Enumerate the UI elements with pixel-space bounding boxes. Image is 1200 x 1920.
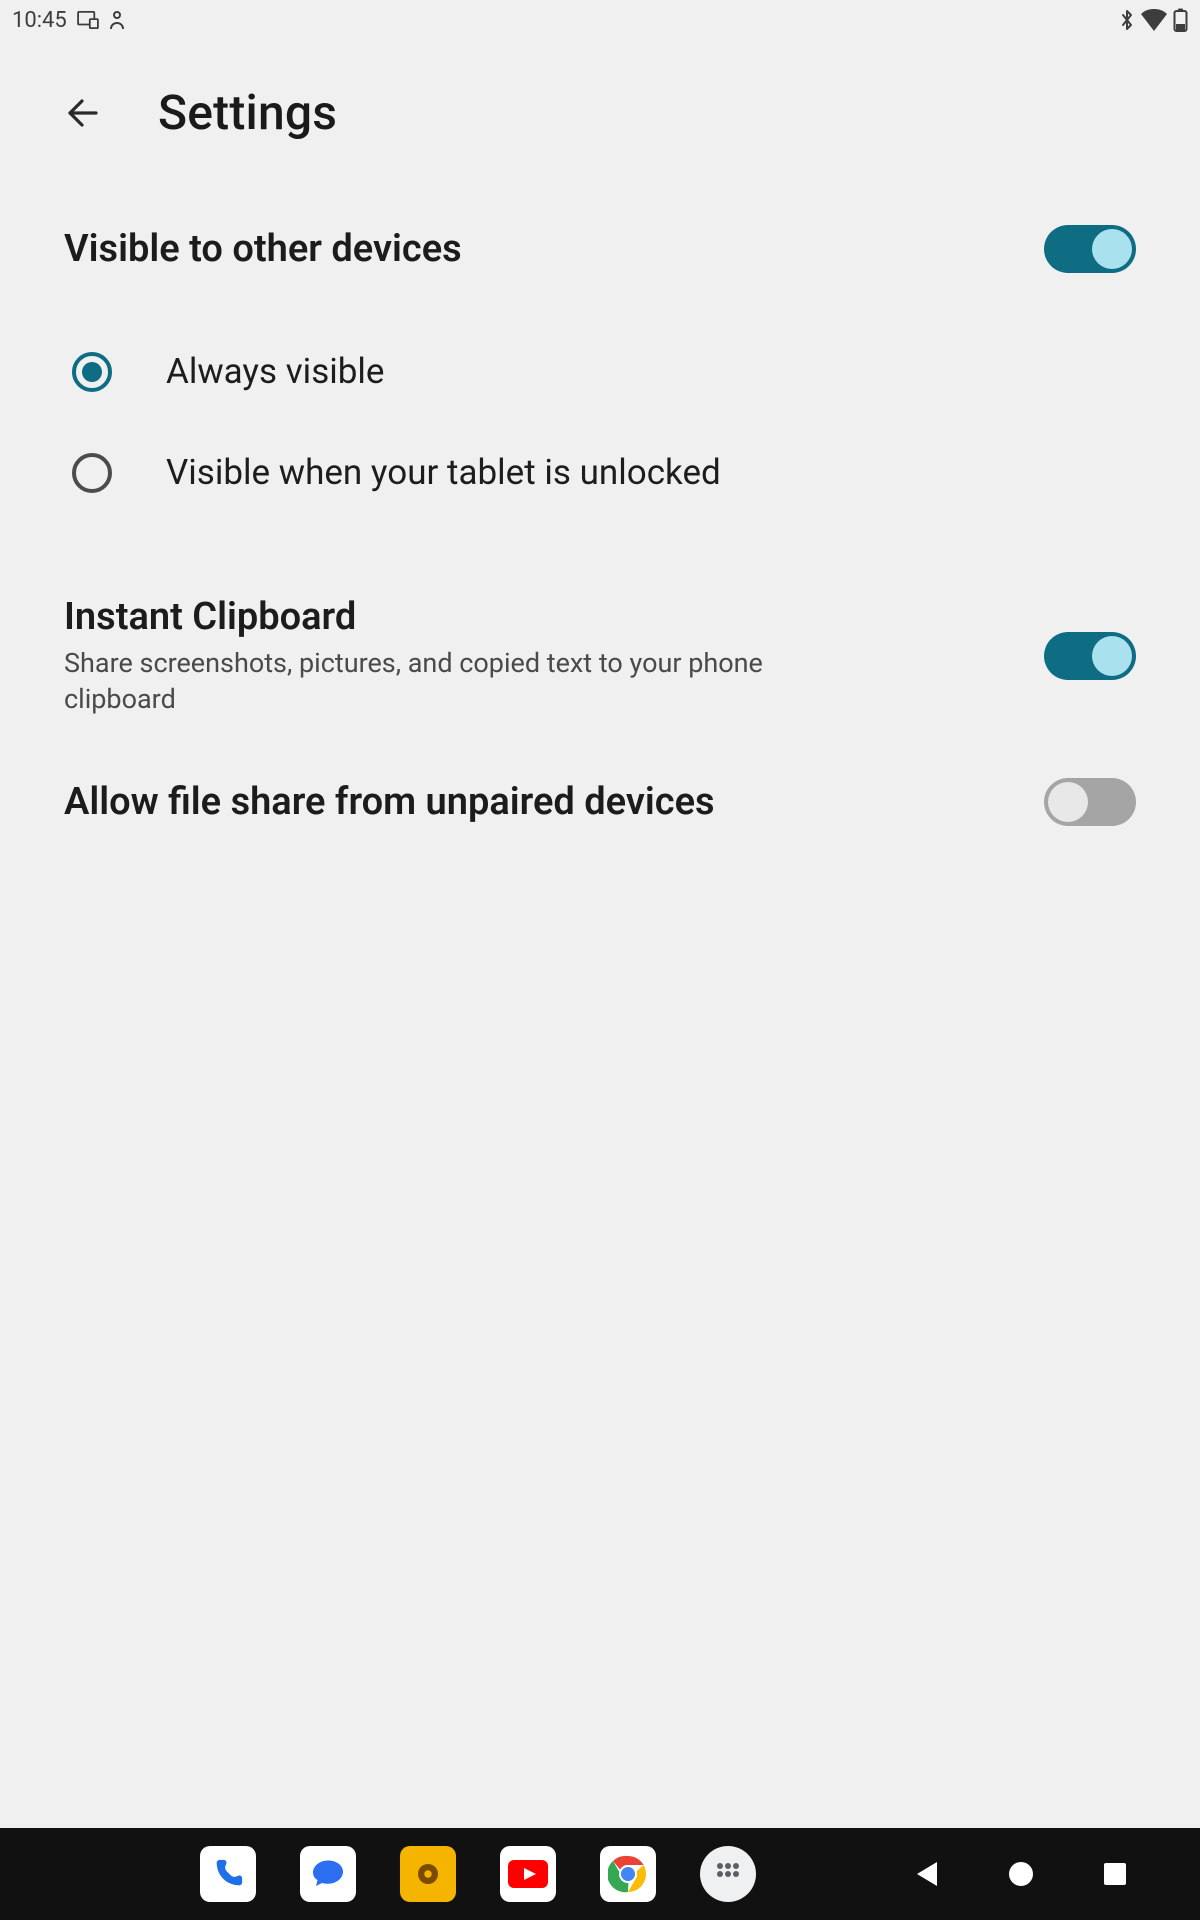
unpaired-file-share-row[interactable]: Allow file share from unpaired devices [64,778,1136,826]
unpaired-file-share-title: Allow file share from unpaired devices [64,780,715,824]
radio-icon [72,352,112,392]
taskbar-app-messages[interactable] [300,1846,356,1902]
nav-recents-button[interactable] [1100,1859,1130,1889]
unpaired-file-share-toggle[interactable] [1044,778,1136,826]
instant-clipboard-subtitle: Share screenshots, pictures, and copied … [64,645,864,718]
status-time: 10:45 [12,8,67,33]
battery-icon [1173,8,1188,32]
bluetooth-icon [1119,8,1135,32]
page-title: Settings [158,84,337,141]
phone-icon [211,1857,245,1891]
messages-icon [310,1856,346,1892]
instant-clipboard-title: Instant Clipboard [64,595,864,639]
app-drawer-icon [714,1860,742,1888]
person-icon [109,10,125,30]
visible-to-devices-title: Visible to other devices [64,227,462,271]
system-taskbar [0,1828,1200,1920]
taskbar-app-youtube[interactable] [500,1846,556,1902]
instant-clipboard-toggle[interactable] [1044,632,1136,680]
arrow-left-icon [64,93,104,133]
camera-icon [413,1859,443,1889]
taskbar-app-drawer[interactable] [700,1846,756,1902]
back-button[interactable] [60,89,108,137]
taskbar-app-chrome[interactable] [600,1846,656,1902]
settings-content: Visible to other devices Always visible … [0,165,1200,826]
square-recents-icon [1103,1862,1127,1886]
chrome-icon [608,1854,648,1894]
radio-icon [72,453,112,493]
youtube-icon [508,1860,548,1888]
cast-icon [77,11,99,29]
app-bar: Settings [0,40,1200,165]
radio-label: Visible when your tablet is unlocked [166,452,721,493]
wifi-icon [1141,9,1167,31]
radio-option-visible-unlocked[interactable]: Visible when your tablet is unlocked [72,422,1136,523]
radio-label: Always visible [166,351,385,392]
visible-to-devices-toggle[interactable] [1044,225,1136,273]
taskbar-app-camera[interactable] [400,1846,456,1902]
status-bar: 10:45 [0,0,1200,40]
circle-home-icon [1008,1861,1034,1887]
nav-back-button[interactable] [912,1859,942,1889]
triangle-back-icon [915,1860,939,1888]
nav-home-button[interactable] [1006,1859,1036,1889]
taskbar-app-phone[interactable] [200,1846,256,1902]
radio-option-always-visible[interactable]: Always visible [72,321,1136,422]
instant-clipboard-row[interactable]: Instant Clipboard Share screenshots, pic… [64,595,1136,718]
visible-to-devices-row[interactable]: Visible to other devices [64,225,1136,273]
